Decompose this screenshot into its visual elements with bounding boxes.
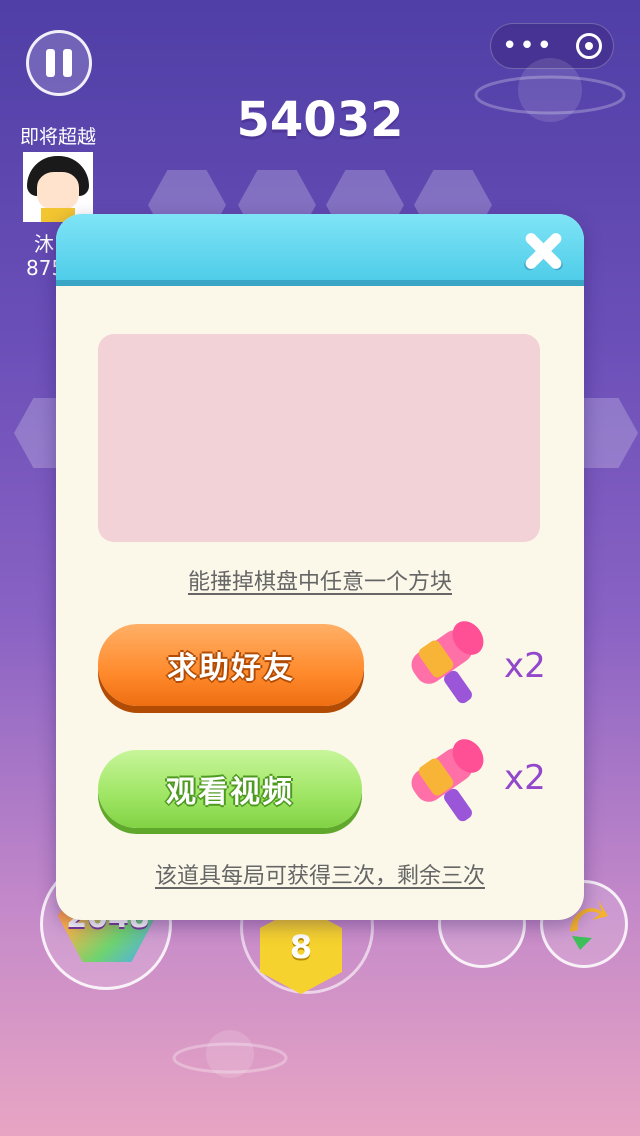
next-tile-value: 8 <box>289 928 313 966</box>
overtake-label: 即将超越 <box>19 126 96 148</box>
planet-ring-icon <box>474 58 626 122</box>
rival-name: 沐 <box>34 232 54 256</box>
pause-icon <box>46 49 55 77</box>
close-icon[interactable] <box>520 228 566 274</box>
ask-friend-count: x2 <box>504 646 546 686</box>
rival-avatar <box>23 152 93 222</box>
hammer-dialog: 能捶掉棋盘中任意一个方块 求助好友 x2 观看视频 x2 该道具每局可获得三次，… <box>56 214 584 920</box>
watch-video-count: x2 <box>504 758 546 798</box>
dialog-header <box>56 214 584 286</box>
watch-video-button[interactable]: 观看视频 <box>98 750 362 828</box>
hammer-icon <box>411 621 484 704</box>
pause-button[interactable] <box>26 30 92 96</box>
hammer-description: 能捶掉棋盘中任意一个方块 <box>187 570 452 595</box>
hammer-preview <box>98 334 540 542</box>
planet-ring-icon <box>172 1030 288 1078</box>
usage-footnote: 该道具每局可获得三次，剩余三次 <box>154 864 485 889</box>
hammer-icon <box>411 739 484 822</box>
ask-friend-button[interactable]: 求助好友 <box>98 624 364 706</box>
